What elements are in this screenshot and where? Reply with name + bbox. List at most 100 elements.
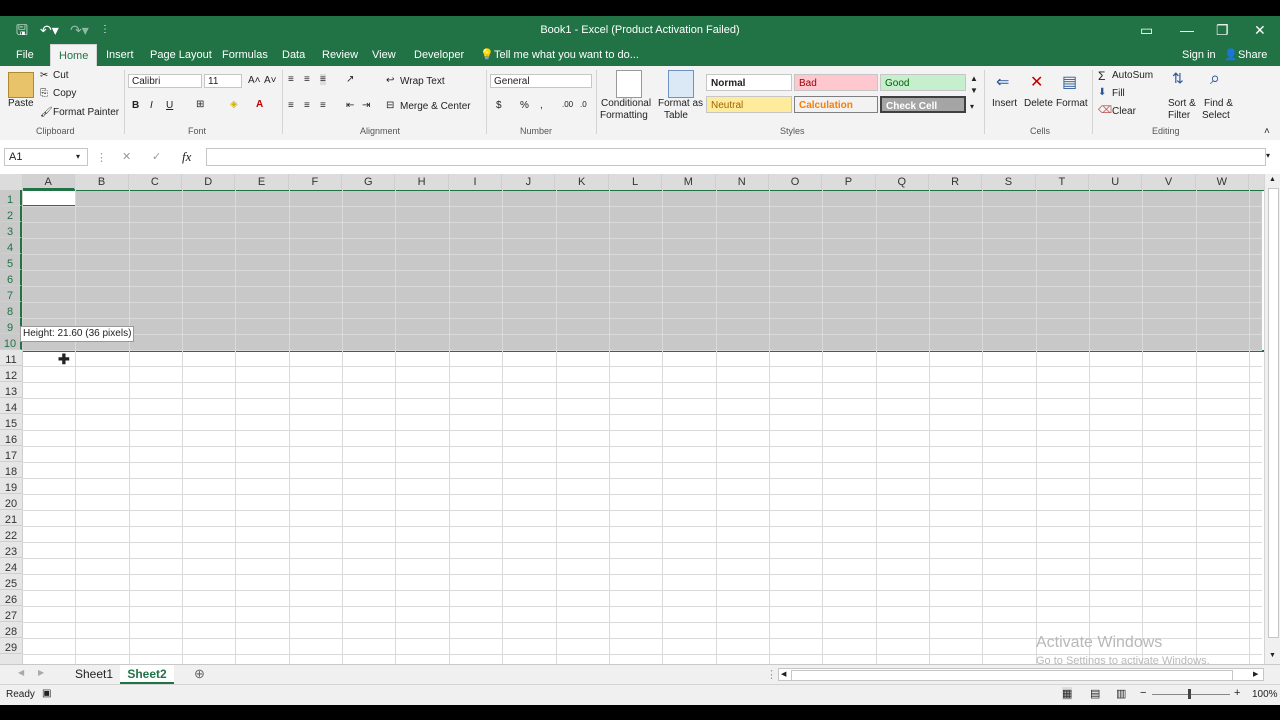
row-header-16[interactable]: 16	[0, 430, 22, 446]
zoom-level[interactable]: 100%	[1252, 689, 1278, 700]
prev-sheet-icon[interactable]: ◀	[18, 668, 24, 677]
share-button[interactable]: Share	[1238, 44, 1267, 66]
row-header-3[interactable]: 3	[0, 222, 22, 238]
page-break-view-icon[interactable]: ▥	[1116, 687, 1126, 700]
column-header-a[interactable]: A	[22, 174, 76, 190]
column-header-c[interactable]: C	[128, 174, 183, 190]
tab-insert[interactable]: Insert	[106, 44, 134, 66]
row-header-17[interactable]: 17	[0, 446, 22, 462]
font-color-icon[interactable]: A	[256, 99, 263, 110]
sort-filter-label-1[interactable]: Sort &	[1168, 98, 1196, 109]
column-header-p[interactable]: P	[822, 174, 876, 190]
number-format-dropdown[interactable]: General	[490, 74, 592, 88]
row-header-24[interactable]: 24	[0, 558, 22, 574]
align-left-icon[interactable]: ≡	[288, 100, 294, 111]
format-as-table-label-2[interactable]: Table	[664, 110, 688, 121]
enter-icon[interactable]: ✓	[152, 150, 161, 163]
copy-icon[interactable]: ⎘	[40, 88, 48, 99]
conditional-label-2[interactable]: Formatting	[600, 110, 648, 121]
page-layout-view-icon[interactable]: ▤	[1090, 687, 1100, 700]
tab-home[interactable]: Home	[50, 44, 98, 67]
row-header-26[interactable]: 26	[0, 590, 22, 606]
copy-button[interactable]: Copy	[53, 88, 76, 99]
column-header-h[interactable]: H	[395, 174, 449, 190]
sign-in-link[interactable]: Sign in	[1182, 44, 1216, 66]
column-header-w[interactable]: W	[1195, 174, 1250, 190]
find-select-label-1[interactable]: Find &	[1204, 98, 1233, 109]
tab-formulas[interactable]: Formulas	[222, 44, 268, 66]
zoom-in-icon[interactable]: +	[1234, 687, 1240, 699]
grow-font-icon[interactable]: A˄	[248, 75, 261, 86]
column-header-u[interactable]: U	[1089, 174, 1143, 190]
wrap-text-icon[interactable]: ↩	[386, 75, 394, 86]
tab-developer[interactable]: Developer	[414, 44, 464, 66]
cancel-icon[interactable]: ✕	[122, 150, 131, 163]
column-header-j[interactable]: J	[502, 174, 556, 190]
tab-review[interactable]: Review	[322, 44, 358, 66]
close-icon[interactable]: ✕	[1254, 16, 1266, 44]
paste-icon[interactable]	[8, 72, 34, 98]
styles-scroll-down-icon[interactable]: ▼	[970, 86, 978, 95]
fill-button[interactable]: Fill	[1112, 88, 1125, 99]
format-painter-icon[interactable]: 🖌	[40, 107, 53, 118]
insert-cells-icon[interactable]: ⇐	[996, 72, 1009, 92]
conditional-label-1[interactable]: Conditional	[601, 98, 651, 109]
format-cells-button[interactable]: Format	[1056, 98, 1088, 109]
minimize-icon[interactable]: —	[1180, 16, 1194, 44]
row-header-11[interactable]: 11	[0, 350, 22, 366]
column-header-s[interactable]: S	[982, 174, 1036, 190]
row-header-8[interactable]: 8	[0, 302, 22, 318]
row-header-9[interactable]: 9	[0, 318, 22, 334]
row-header-10[interactable]: 10	[0, 334, 22, 350]
conditional-formatting-icon[interactable]	[616, 70, 642, 98]
column-header-k[interactable]: K	[555, 174, 609, 190]
increase-indent-icon[interactable]: ⇥	[362, 100, 370, 111]
macro-record-icon[interactable]: ▣	[42, 688, 51, 699]
ribbon-display-icon[interactable]: ▭	[1140, 16, 1153, 44]
italic-button[interactable]: I	[150, 100, 153, 111]
zoom-out-icon[interactable]: −	[1140, 687, 1146, 699]
autosum-button[interactable]: AutoSum	[1112, 70, 1153, 81]
format-as-table-icon[interactable]	[668, 70, 694, 98]
row-header-27[interactable]: 27	[0, 606, 22, 622]
orientation-icon[interactable]: ↗	[346, 74, 354, 85]
zoom-slider-thumb[interactable]	[1188, 689, 1191, 699]
row-header-14[interactable]: 14	[0, 398, 22, 414]
sheet-tab-sheet2[interactable]: Sheet2	[120, 665, 174, 684]
fill-color-icon[interactable]: ◈	[230, 99, 238, 110]
shrink-font-icon[interactable]: A˅	[264, 75, 277, 86]
style-neutral[interactable]: Neutral	[706, 96, 792, 113]
sheet-tab-sheet1[interactable]: Sheet1	[68, 665, 121, 684]
restore-icon[interactable]: ❐	[1216, 16, 1229, 44]
format-as-table-label-1[interactable]: Format as	[658, 98, 703, 109]
insert-function-button[interactable]: fx	[182, 149, 191, 165]
clear-icon[interactable]: ⌫	[1098, 105, 1112, 116]
style-good[interactable]: Good	[880, 74, 966, 91]
row-header-20[interactable]: 20	[0, 494, 22, 510]
bold-button[interactable]: B	[132, 100, 139, 111]
row-header-22[interactable]: 22	[0, 526, 22, 542]
column-header-n[interactable]: N	[715, 174, 769, 190]
new-sheet-icon[interactable]: ⊕	[194, 666, 205, 682]
name-box-dropdown-icon[interactable]: ▾	[76, 152, 80, 161]
column-header-m[interactable]: M	[662, 174, 716, 190]
column-header-e[interactable]: E	[235, 174, 289, 190]
scroll-down-icon[interactable]: ▼	[1269, 652, 1276, 659]
column-header-f[interactable]: F	[288, 174, 343, 190]
font-name-dropdown[interactable]: Calibri	[128, 74, 202, 88]
column-header-l[interactable]: L	[608, 174, 663, 190]
column-header-b[interactable]: B	[75, 174, 129, 190]
increase-decimal-icon[interactable]: .00	[562, 100, 573, 109]
row-header-5[interactable]: 5	[0, 254, 22, 270]
clear-button[interactable]: Clear	[1112, 106, 1136, 117]
row-header-2[interactable]: 2	[0, 206, 22, 222]
fill-icon[interactable]: ⬇	[1098, 87, 1106, 98]
align-center-icon[interactable]: ≡	[304, 100, 310, 111]
tell-me-box[interactable]: Tell me what you want to do...	[494, 44, 639, 66]
delete-cells-icon[interactable]: ✕	[1030, 72, 1043, 92]
row-header-15[interactable]: 15	[0, 414, 22, 430]
borders-icon[interactable]: ⊞	[196, 99, 204, 110]
horizontal-scrollbar[interactable]: ◀ ▶	[778, 668, 1264, 681]
autosum-icon[interactable]: Σ	[1098, 69, 1105, 83]
find-select-label-2[interactable]: Select	[1202, 110, 1230, 121]
